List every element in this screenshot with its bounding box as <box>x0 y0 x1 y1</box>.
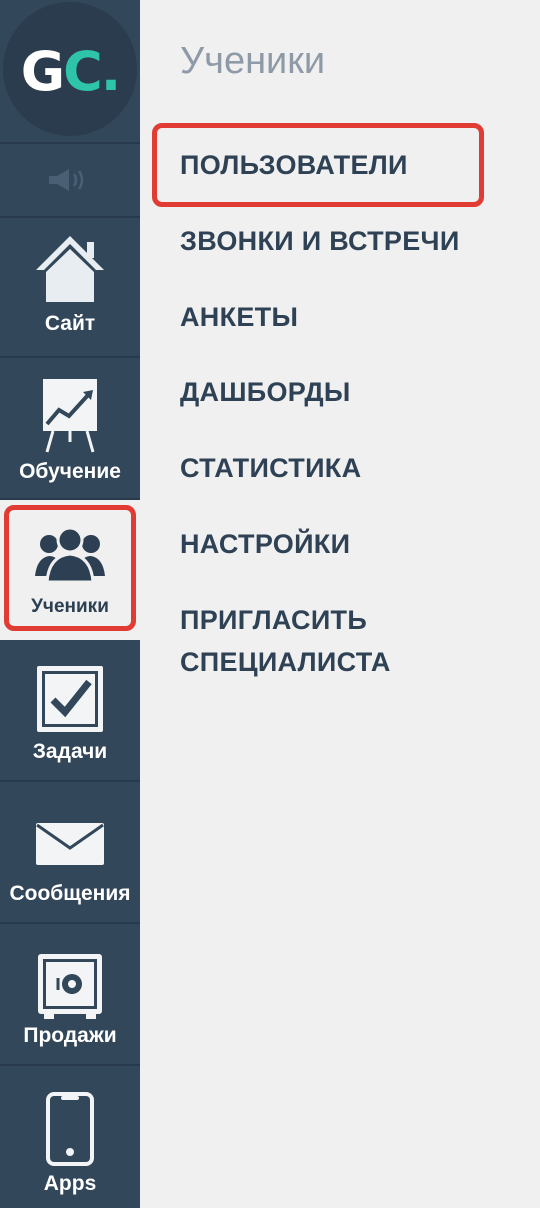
submenu-item-dashboards[interactable]: ДАШБОРДЫ <box>180 371 351 413</box>
nav-label-messages: Сообщения <box>9 882 131 905</box>
logo-dot: . <box>100 39 121 103</box>
nav-item-learning[interactable]: Обучение <box>0 358 140 500</box>
submenu-item-calls-meetings[interactable]: ЗВОНКИ И ВСТРЕЧИ <box>180 220 460 262</box>
nav-item-site[interactable]: Сайт <box>0 216 140 358</box>
logo-circle: GC. <box>3 2 137 136</box>
nav-label-tasks: Задачи <box>32 740 108 763</box>
nav-item-apps[interactable]: Apps <box>0 1066 140 1208</box>
submenu-item-invite[interactable]: ПРИГЛАСИТЬ СПЕЦИАЛИСТА <box>180 599 391 683</box>
nav-item-students[interactable]: Ученики <box>0 500 140 640</box>
logo-letter-c: C <box>63 39 103 103</box>
submenu-title: Ученики <box>180 40 326 82</box>
logo[interactable]: GC. <box>0 0 140 140</box>
submenu-item-users[interactable]: ПОЛЬЗОВАТЕЛИ <box>180 144 408 186</box>
nav-item-messages[interactable]: Сообщения <box>0 782 140 924</box>
nav-label-sales: Продажи <box>23 1024 117 1047</box>
checkbox-icon <box>35 664 105 734</box>
nav-label-learning: Обучение <box>19 460 121 483</box>
speaker-icon <box>49 169 84 191</box>
logo-letter-g: G <box>20 39 65 103</box>
logo-text: GC. <box>20 39 121 103</box>
smartphone-icon <box>45 1092 95 1166</box>
sidebar: GC. Сайт Обучение Ученики Задачи Сообщен… <box>0 0 140 1208</box>
nav-item-tasks[interactable]: Задачи <box>0 640 140 782</box>
nav-item-sales[interactable]: Продажи <box>0 924 140 1066</box>
nav-label-site: Сайт <box>44 312 96 335</box>
presentation-chart-icon <box>39 376 101 454</box>
sound-toggle[interactable] <box>0 142 140 218</box>
users-icon <box>33 526 107 584</box>
submenu-item-invite-line1: ПРИГЛАСИТЬ <box>180 605 368 635</box>
home-icon <box>32 232 108 304</box>
submenu-item-statistics[interactable]: СТАТИСТИКА <box>180 447 361 489</box>
nav-label-apps: Apps <box>43 1172 97 1195</box>
nav-label-students: Ученики <box>31 596 109 617</box>
submenu-item-invite-line2: СПЕЦИАЛИСТА <box>180 647 391 677</box>
envelope-icon <box>35 822 105 866</box>
safe-icon <box>36 952 104 1020</box>
app-root: GC. Сайт Обучение Ученики Задачи Сообщен… <box>0 0 540 1208</box>
submenu-item-surveys[interactable]: АНКЕТЫ <box>180 296 298 338</box>
submenu-item-settings[interactable]: НАСТРОЙКИ <box>180 523 350 565</box>
